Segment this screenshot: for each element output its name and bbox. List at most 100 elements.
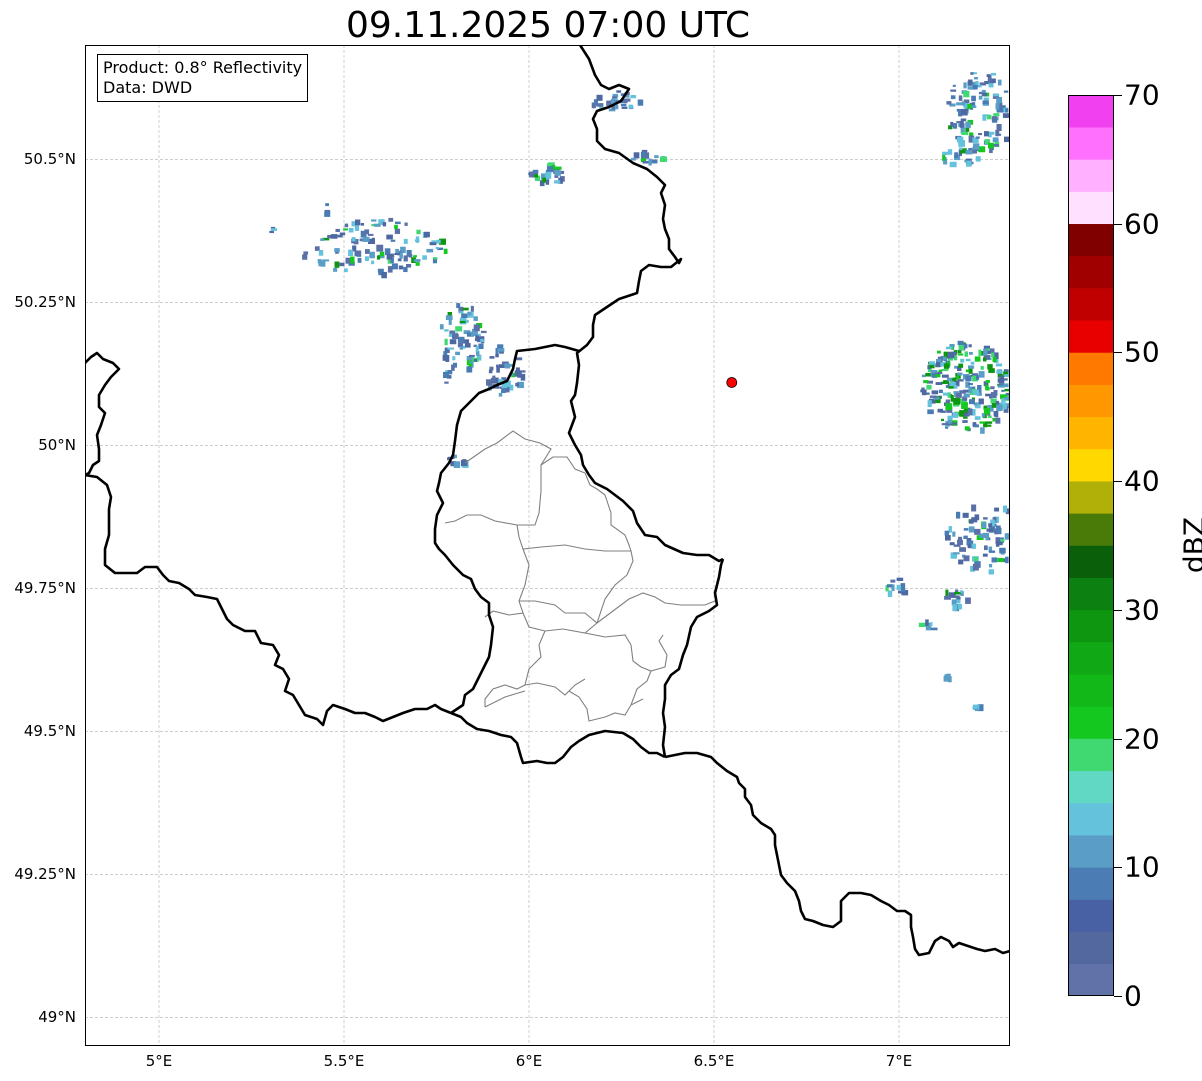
echo-pixel: [968, 383, 973, 386]
echo-pixel: [968, 526, 975, 533]
admin-boundary: [519, 592, 716, 624]
echo-pixel: [958, 353, 964, 356]
map-area[interactable]: [85, 45, 1010, 1046]
echo-pixel: [399, 252, 403, 259]
echo-pixel: [973, 389, 980, 396]
echo-pixel: [1004, 396, 1010, 400]
echo-pixel: [993, 93, 1000, 97]
echo-pixel: [1001, 389, 1005, 392]
echo-pixel: [958, 363, 964, 368]
echo-pixel: [958, 345, 964, 351]
echo-pixel: [993, 113, 1000, 117]
echo-pixel: [403, 266, 408, 273]
echo-pixel: [403, 238, 408, 244]
echo-pixel: [947, 149, 953, 155]
colorbar-segment: [1068, 223, 1114, 257]
echo-pixel: [480, 338, 484, 343]
echo-pixel: [929, 395, 937, 398]
echo-pixel: [982, 553, 988, 557]
echo-pixel: [415, 262, 420, 266]
echo-pixel: [989, 550, 996, 553]
echo-pixel: [325, 203, 329, 207]
admin-boundary: [584, 632, 668, 672]
echo-pixel: [952, 377, 957, 382]
echo-pixel: [974, 528, 981, 535]
echo-pixel: [947, 419, 952, 424]
echo-pixel: [470, 305, 474, 312]
echo-pixel: [985, 535, 989, 541]
radar-site-marker: [726, 377, 738, 388]
echo-pixel: [997, 557, 1004, 563]
echo-pixel: [953, 385, 958, 389]
echo-pixel: [435, 246, 439, 249]
echo-pixel: [999, 547, 1006, 554]
border-lu-be-west: [433, 343, 580, 715]
product-info-box: Product: 0.8° Reflectivity Data: DWD: [97, 54, 309, 102]
echo-pixel: [371, 237, 375, 243]
echo-pixel: [918, 622, 926, 628]
echo-pixel: [967, 103, 972, 109]
echo-pixel: [360, 223, 365, 226]
echo-pixel: [961, 101, 965, 106]
echo-pixel: [364, 229, 370, 235]
echo-pixel: [961, 402, 968, 409]
echo-pixel: [621, 106, 628, 109]
echo-pixel: [459, 320, 466, 324]
echo-pixel: [517, 371, 522, 378]
echo-pixel: [318, 261, 324, 267]
echo-pixel: [986, 387, 990, 391]
echo-pixel: [334, 248, 340, 253]
colorbar-segment: [1068, 802, 1114, 836]
lon-tick-label: 6.5°E: [693, 1052, 735, 1070]
echo-pixel: [495, 353, 499, 358]
echo-pixel: [975, 81, 979, 85]
colorbar-tick-label: 50: [1124, 335, 1160, 369]
echo-pixel: [350, 256, 355, 264]
echo-pixel: [624, 100, 628, 104]
echo-pixel: [333, 268, 338, 272]
colorbar-segment: [1068, 738, 1114, 772]
echo-pixel: [496, 367, 500, 373]
echo-pixel: [938, 389, 943, 394]
echo-pixel: [515, 382, 519, 387]
echo-pixel: [896, 584, 902, 590]
echo-pixel: [504, 363, 511, 369]
echo-pixel: [993, 411, 998, 417]
echo-pixel: [896, 577, 904, 581]
echo-pixel: [984, 545, 988, 551]
echo-pixel: [956, 102, 963, 106]
echo-pixel: [887, 590, 893, 597]
colorbar-tick-mark: [1114, 481, 1122, 483]
echo-pixel: [302, 254, 308, 260]
admin-boundary: [484, 690, 526, 708]
echo-pixel: [960, 118, 967, 122]
echo-pixel: [972, 706, 978, 709]
echo-pixel: [616, 90, 622, 93]
echo-pixel: [461, 313, 468, 319]
echo-pixel: [957, 340, 964, 346]
echo-pixel: [952, 412, 959, 418]
echo-pixel: [971, 105, 977, 108]
echo-pixel: [962, 420, 968, 424]
lon-tick-label: 7°E: [885, 1052, 913, 1070]
echo-pixel: [489, 356, 495, 359]
lon-tick-label: 5.5°E: [323, 1052, 365, 1070]
echo-pixel: [408, 253, 413, 258]
echo-pixel: [982, 100, 989, 104]
echo-pixel: [942, 356, 947, 360]
echo-pixel: [962, 512, 969, 518]
echo-pixel: [453, 461, 461, 469]
echo-pixel: [929, 622, 933, 627]
echo-pixel: [991, 403, 997, 408]
echo-pixel: [460, 460, 468, 466]
echo-pixel: [965, 127, 970, 132]
echo-pixel: [958, 559, 964, 565]
echo-pixel: [967, 86, 973, 90]
echo-pixel: [444, 338, 448, 346]
echo-pixel: [890, 579, 896, 583]
echo-pixel: [972, 84, 978, 90]
echo-pixel: [953, 544, 961, 547]
echo-pixel: [554, 170, 561, 176]
colorbar-segment: [1068, 835, 1114, 868]
echo-pixel: [965, 375, 972, 382]
